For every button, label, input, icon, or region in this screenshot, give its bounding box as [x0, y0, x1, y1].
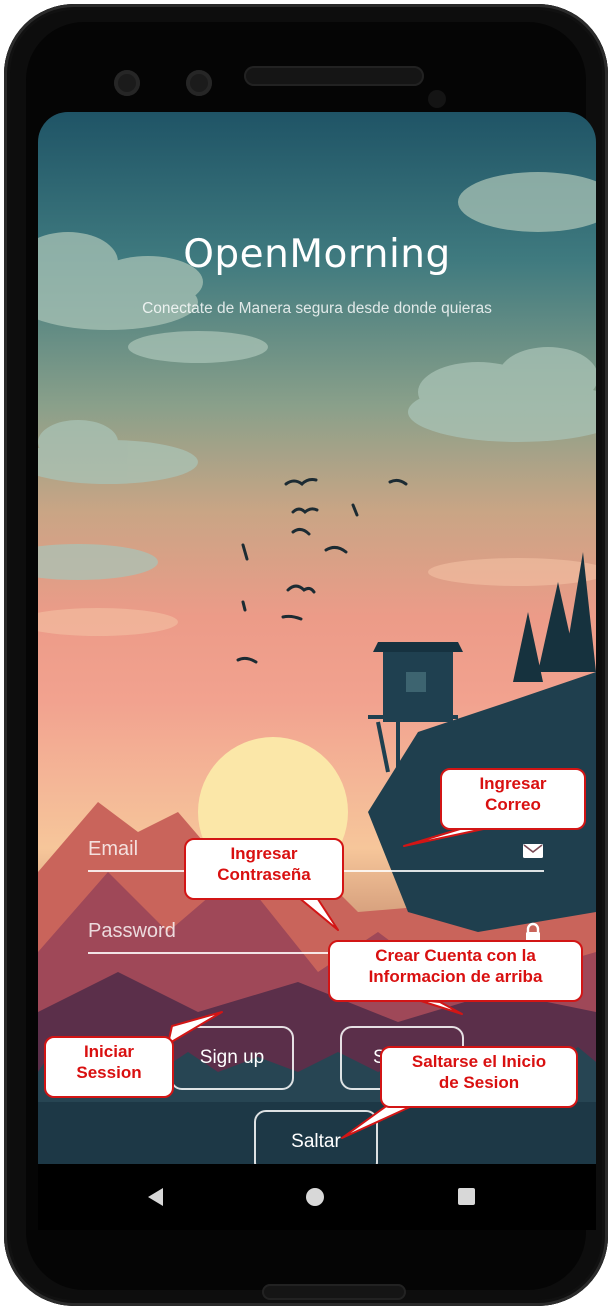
birds [236, 478, 408, 664]
app-subtitle: Conectate de Manera segura desde donde q… [142, 300, 492, 317]
password-placeholder: Password [88, 920, 176, 942]
annotation-skip: Saltarse el Inicio de Sesion [380, 1046, 578, 1108]
app-title: OpenMorning [183, 232, 451, 277]
proximity-sensor [428, 90, 446, 108]
back-triangle-icon[interactable] [148, 1188, 163, 1206]
annotation-sign-up: Iniciar Session [44, 1036, 174, 1098]
email-placeholder: Email [88, 838, 139, 860]
app-screen: OpenMorning Conectate de Manera segura d… [38, 112, 596, 1164]
bottom-speaker [262, 1284, 406, 1300]
earpiece-speaker [244, 66, 424, 86]
front-camera-left [114, 70, 140, 96]
recent-square-icon[interactable] [458, 1188, 475, 1205]
annotation-email: Ingresar Correo [440, 768, 586, 830]
front-camera-right [186, 70, 212, 96]
envelope-icon [523, 844, 543, 858]
skip-button[interactable]: Saltar [254, 1110, 378, 1164]
annotation-password: Ingresar Contraseña [184, 838, 344, 900]
android-nav-bar [38, 1164, 596, 1230]
home-circle-icon[interactable] [306, 1188, 324, 1206]
sign-up-button[interactable]: Sign up [170, 1026, 294, 1090]
annotation-sign-in: Crear Cuenta con la Informacion de arrib… [328, 940, 583, 1002]
